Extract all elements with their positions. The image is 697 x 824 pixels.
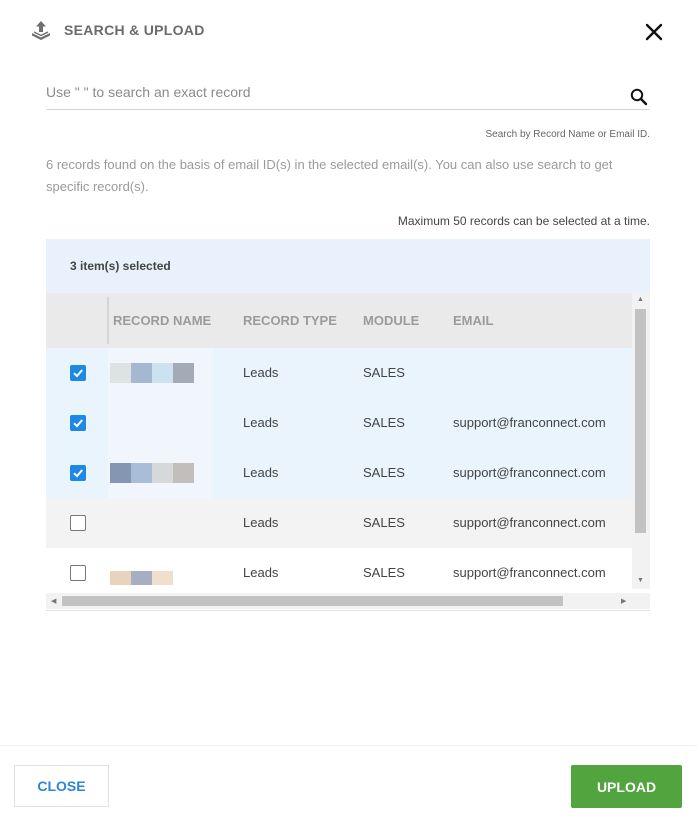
search-hint: Search by Record Name or Email ID.	[485, 129, 650, 140]
row-checkbox[interactable]	[70, 365, 86, 381]
redacted-record-name	[110, 463, 194, 483]
column-header-module[interactable]: MODULE	[363, 313, 419, 328]
scroll-right-arrow-icon[interactable]: ▶	[621, 597, 626, 605]
table-row[interactable]: Leads SALES	[46, 348, 632, 399]
search-bar	[46, 78, 650, 110]
redacted-record-name	[110, 571, 173, 585]
redacted-record-name	[110, 363, 194, 383]
record-type-cell: Leads	[243, 365, 279, 380]
column-separator	[107, 297, 109, 344]
row-checkbox[interactable]	[70, 565, 86, 581]
vertical-scrollbar[interactable]: ▲ ▼	[632, 293, 650, 589]
dialog-title: SEARCH & UPLOAD	[64, 22, 205, 38]
upload-icon	[32, 21, 50, 40]
horizontal-scrollbar[interactable]: ◀ ▶	[46, 593, 650, 609]
email-cell: support@franconnect.com	[453, 415, 606, 430]
column-header-record-name[interactable]: RECORD NAME	[113, 313, 211, 328]
row-checkbox[interactable]	[70, 465, 86, 481]
module-cell: SALES	[363, 515, 405, 530]
max-records-note: Maximum 50 records can be selected at a …	[397, 214, 650, 228]
table-row[interactable]: Leads SALES support@franconnect.com	[46, 398, 632, 449]
scroll-down-arrow-icon[interactable]: ▼	[637, 577, 644, 584]
email-cell: support@franconnect.com	[453, 515, 606, 530]
table-row[interactable]: Leads SALES support@franconnect.com	[46, 548, 632, 593]
search-input[interactable]	[46, 78, 616, 106]
column-header-email[interactable]: EMAIL	[453, 313, 493, 328]
row-checkbox[interactable]	[70, 415, 86, 431]
dialog-footer: CLOSE UPLOAD	[0, 745, 697, 824]
table-row[interactable]: Leads SALES support@franconnect.com	[46, 498, 632, 549]
column-header-record-type[interactable]: RECORD TYPE	[243, 313, 337, 328]
search-icon[interactable]	[629, 87, 649, 107]
records-grid: 3 item(s) selected RECORD NAME RECORD TY…	[46, 239, 650, 611]
dialog-header: SEARCH & UPLOAD	[30, 18, 205, 42]
email-cell: support@franconnect.com	[453, 465, 606, 480]
table-header: RECORD NAME RECORD TYPE MODULE EMAIL	[46, 293, 632, 349]
info-text: 6 records found on the basis of email ID…	[46, 157, 613, 194]
module-cell: SALES	[363, 415, 405, 430]
record-type-cell: Leads	[243, 565, 279, 580]
module-cell: SALES	[363, 465, 405, 480]
record-type-cell: Leads	[243, 465, 279, 480]
scroll-up-arrow-icon[interactable]: ▲	[637, 296, 644, 303]
close-icon[interactable]	[641, 19, 667, 45]
module-cell: SALES	[363, 565, 405, 580]
record-type-cell: Leads	[243, 515, 279, 530]
row-checkbox[interactable]	[70, 515, 86, 531]
record-name-cell	[108, 398, 213, 448]
table-row[interactable]: Leads SALES support@franconnect.com	[46, 448, 632, 499]
horizontal-scroll-thumb[interactable]	[62, 596, 563, 606]
selection-bar: 3 item(s) selected	[46, 239, 650, 293]
scroll-left-arrow-icon[interactable]: ◀	[51, 597, 56, 605]
vertical-scroll-thumb[interactable]	[635, 309, 646, 533]
record-type-cell: Leads	[243, 415, 279, 430]
upload-button[interactable]: UPLOAD	[571, 765, 682, 808]
email-cell: support@franconnect.com	[453, 565, 606, 580]
close-button[interactable]: CLOSE	[14, 765, 109, 807]
module-cell: SALES	[363, 365, 405, 380]
selection-count: 3 item(s) selected	[70, 259, 171, 273]
